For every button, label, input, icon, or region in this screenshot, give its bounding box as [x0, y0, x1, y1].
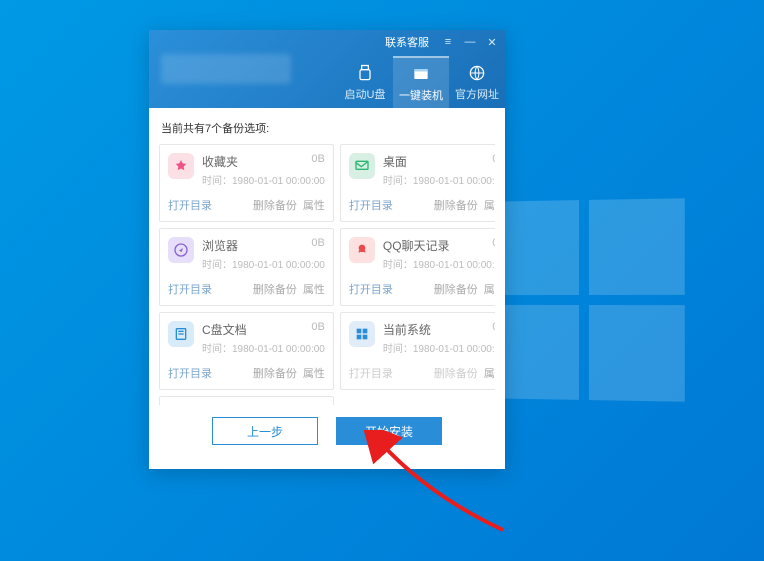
dialog-header: 联系客服 ≡ — ✕ 启动U盘 一键装机 官方网址 [149, 30, 505, 108]
attributes-link[interactable]: 属性 [484, 365, 495, 381]
delete-backup-link[interactable]: 删除备份 [253, 281, 297, 297]
card-size: 0B [492, 237, 495, 254]
start-install-button[interactable]: 开始安装 [336, 417, 442, 445]
globe-icon [467, 63, 487, 83]
attributes-link[interactable]: 属性 [303, 197, 325, 213]
dialog-content: 当前共有7个备份选项: 收藏夹0B时间：1980-01-01 00:00:00打… [149, 108, 505, 469]
card-size: 0B [311, 237, 324, 254]
backup-icon [168, 321, 194, 347]
backup-card: QQ聊天记录0B 时间：1980-01-01 00:00:00 打开目录 删除备份属性 [340, 228, 495, 306]
card-title: 浏览器 [202, 237, 311, 254]
card-title: 收藏夹 [202, 153, 311, 170]
backup-icon [168, 237, 194, 263]
card-title: 当前系统 [383, 321, 492, 338]
header-tabs: 启动U盘 一键装机 官方网址 [337, 50, 505, 108]
backup-card: 浏览器0B 时间：1980-01-01 00:00:00 打开目录 删除备份属性 [159, 228, 334, 306]
open-folder-link[interactable]: 打开目录 [168, 197, 212, 213]
backup-icon [349, 321, 375, 347]
backup-card: 收藏夹0B 时间：1980-01-01 00:00:00 打开目录 删除备份属性 [159, 144, 334, 222]
card-title: QQ聊天记录 [383, 237, 492, 254]
delete-backup-link[interactable]: 删除备份 [434, 365, 478, 381]
dialog-footer: 上一步 开始安装 [159, 405, 495, 459]
summary-suffix: 个备份选项: [211, 123, 269, 135]
install-icon [411, 64, 431, 84]
close-icon[interactable]: ✕ [485, 35, 499, 49]
card-size: 0B [311, 153, 324, 170]
open-folder-link[interactable]: 打开目录 [168, 281, 212, 297]
app-dialog: 联系客服 ≡ — ✕ 启动U盘 一键装机 官方网址 当前共有7个备份选项: 收藏 [149, 30, 505, 469]
backup-summary: 当前共有7个备份选项: [159, 118, 495, 144]
tab-one-click-install[interactable]: 一键装机 [393, 56, 449, 108]
backup-icon [349, 237, 375, 263]
contact-support-link[interactable]: 联系客服 [385, 34, 429, 50]
attributes-link[interactable]: 属性 [303, 281, 325, 297]
summary-prefix: 当前共有 [161, 123, 205, 135]
delete-backup-link[interactable]: 删除备份 [253, 197, 297, 213]
tab-boot-usb[interactable]: 启动U盘 [337, 56, 393, 108]
attributes-link[interactable]: 属性 [484, 197, 495, 213]
open-folder-link[interactable]: 打开目录 [349, 197, 393, 213]
backup-card: 我的文档0B时间：1980-01-01 00:00:00打开目录删除备份属性 [159, 396, 334, 405]
card-size: 0B [492, 321, 495, 338]
backup-cards-grid: 收藏夹0B时间：1980-01-01 00:00:00打开目录删除备份属性桌面0… [159, 144, 495, 405]
tab-official-site[interactable]: 官方网址 [449, 56, 505, 108]
minimize-icon[interactable]: — [463, 35, 477, 49]
windows-logo-bg [487, 198, 685, 402]
titlebar: 联系客服 ≡ — ✕ [385, 34, 499, 50]
backup-icon [168, 153, 194, 179]
card-time: 时间：1980-01-01 00:00:00 [383, 256, 495, 271]
tab-label: 启动U盘 [345, 86, 386, 102]
tab-label: 一键装机 [399, 87, 443, 103]
attributes-link[interactable]: 属性 [484, 281, 495, 297]
usb-icon [355, 63, 375, 83]
card-title: C盘文档 [202, 321, 311, 338]
delete-backup-link[interactable]: 删除备份 [434, 281, 478, 297]
card-time: 时间：1980-01-01 00:00:00 [202, 172, 325, 187]
backup-card: C盘文档0B 时间：1980-01-01 00:00:00 打开目录 删除备份属性 [159, 312, 334, 390]
prev-button[interactable]: 上一步 [212, 417, 318, 445]
menu-icon[interactable]: ≡ [441, 35, 455, 49]
open-folder-link[interactable]: 打开目录 [349, 281, 393, 297]
card-size: 0B [311, 321, 324, 338]
backup-card: 当前系统0B 时间：1980-01-01 00:00:00 打开目录 删除备份属性 [340, 312, 495, 390]
backup-icon [349, 153, 375, 179]
attributes-link[interactable]: 属性 [303, 365, 325, 381]
delete-backup-link[interactable]: 删除备份 [434, 197, 478, 213]
card-time: 时间：1980-01-01 00:00:00 [383, 172, 495, 187]
card-title: 桌面 [383, 153, 492, 170]
tab-label: 官方网址 [455, 86, 499, 102]
delete-backup-link[interactable]: 删除备份 [253, 365, 297, 381]
card-size: 0B [492, 153, 495, 170]
app-logo [161, 54, 291, 84]
card-time: 时间：1980-01-01 00:00:00 [202, 340, 325, 355]
open-folder-link[interactable]: 打开目录 [349, 365, 393, 381]
card-time: 时间：1980-01-01 00:00:00 [202, 256, 325, 271]
card-time: 时间：1980-01-01 00:00:00 [383, 340, 495, 355]
backup-card: 桌面0B 时间：1980-01-01 00:00:00 打开目录 删除备份属性 [340, 144, 495, 222]
open-folder-link[interactable]: 打开目录 [168, 365, 212, 381]
